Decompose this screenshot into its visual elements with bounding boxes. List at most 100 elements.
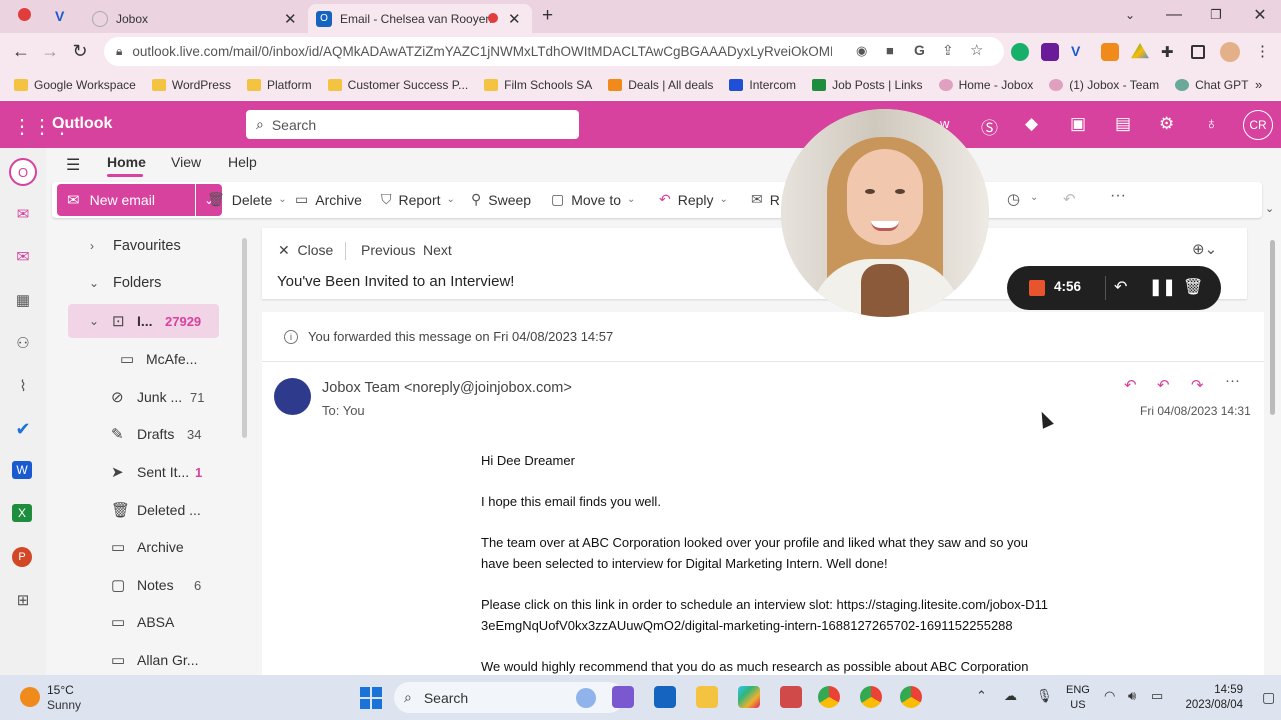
bookmark-jobox-team[interactable]: (1) Jobox - Team (1049, 78, 1159, 92)
eye-icon[interactable]: ◉ (856, 43, 867, 59)
reading-scrollbar[interactable] (1270, 240, 1275, 415)
chevron-down-icon[interactable]: ⌄ (1030, 192, 1038, 203)
settings-gear-icon[interactable]: ⚙ (1159, 114, 1174, 134)
webcam-bubble[interactable] (781, 109, 989, 317)
mcafee-app-icon[interactable] (612, 686, 634, 708)
hubspot-icon[interactable] (1101, 43, 1119, 61)
undo-icon[interactable]: ↶ (1063, 190, 1076, 208)
new-tab-icon[interactable]: + (542, 5, 553, 27)
microphone-icon[interactable]: 🎙︎ (1036, 688, 1053, 704)
powerpoint-icon[interactable]: P (12, 547, 32, 567)
sweep-button[interactable]: ⚲ Sweep (471, 191, 531, 208)
tab-home[interactable]: Home (107, 154, 146, 170)
url-field[interactable]: 🔒︎ outlook.live.com/mail/0/inbox/id/AQMk… (104, 37, 1004, 66)
bookmark-home-jobox[interactable]: Home - Jobox (938, 78, 1033, 92)
more-actions-icon[interactable]: ··· (1225, 372, 1240, 389)
move-to-button[interactable]: ▢ Move to ⌄ (551, 191, 635, 208)
snooze-clock-icon[interactable]: ◷ (1007, 190, 1020, 208)
send-mail-icon[interactable]: ✉ (12, 203, 34, 225)
tab-view[interactable]: View (171, 154, 201, 170)
outlook-brand[interactable]: Outlook (52, 115, 112, 133)
ribbon-collapse-icon[interactable]: ⌄ (1265, 202, 1274, 215)
close-tab-icon[interactable]: ✕ (508, 10, 521, 28)
report-button[interactable]: ⛉ Report ⌄ (381, 191, 455, 208)
folder-scrollbar[interactable] (242, 238, 247, 438)
folder-absa[interactable]: ▭ ABSA (46, 605, 246, 639)
bookmark-customer-success[interactable]: Customer Success P... (327, 78, 468, 92)
stop-recording-button[interactable] (1029, 280, 1045, 296)
bookmark-chat-gpt[interactable]: Chat GPT (1175, 78, 1248, 92)
body-paragraph-link[interactable]: Please click on this link in order to sc… (481, 594, 1051, 636)
word-icon[interactable]: W (12, 461, 32, 479)
sender-avatar[interactable] (274, 378, 311, 415)
minimize-icon[interactable]: — (1154, 0, 1194, 30)
archive-button[interactable]: ▭ Archive (295, 191, 362, 208)
user-avatar[interactable]: CR (1243, 110, 1273, 140)
previous-button[interactable]: Previous (361, 242, 415, 258)
outlook-app-icon[interactable]: O (9, 158, 37, 186)
windows-start-icon[interactable] (360, 687, 382, 709)
file-explorer-icon[interactable] (696, 686, 718, 708)
back-icon[interactable]: ← (10, 41, 32, 62)
bookmark-deals[interactable]: Deals | All deals (608, 78, 713, 92)
extension-icon[interactable] (1041, 43, 1059, 61)
reply-button[interactable]: ↶ Reply ⌄ (659, 191, 728, 208)
my-day-icon[interactable]: ▤ (1115, 114, 1131, 134)
more-apps-icon[interactable]: ⊞ (12, 589, 34, 611)
more-options-icon[interactable]: ··· (1110, 187, 1126, 205)
search-input[interactable]: ⌕ Search (246, 110, 579, 139)
tab-outlook[interactable]: O Email - Chelsea van Rooyen ✕ (308, 4, 532, 33)
sender-name[interactable]: Jobox Team <noreply@joinjobox.com> (322, 380, 572, 396)
restart-icon[interactable]: ↶ (1114, 277, 1127, 297)
read-unread-button[interactable]: ✉ R (751, 191, 780, 208)
outlook-app-icon[interactable] (654, 686, 676, 708)
google-drive-icon[interactable] (1131, 43, 1149, 59)
mail-icon[interactable]: ✉ (12, 246, 34, 268)
grammarly-icon[interactable] (1011, 43, 1029, 61)
notifications-icon[interactable]: ▢ (1262, 689, 1275, 706)
tab-jobox[interactable]: Jobox ✕ (82, 4, 304, 33)
folder-sent[interactable]: ➤ Sent It... 1 (46, 455, 246, 489)
tab-help[interactable]: Help (228, 154, 257, 170)
todo-check-icon[interactable]: ✔ (12, 418, 34, 440)
attachment-icon[interactable]: ⌇ (12, 375, 34, 397)
folder-archive[interactable]: ▭ Archive (46, 530, 246, 564)
close-tab-icon[interactable]: ✕ (284, 10, 297, 28)
volume-icon[interactable]: 🔊︎ (1128, 688, 1136, 704)
profile-avatar[interactable] (1220, 42, 1240, 62)
bookmark-job-posts[interactable]: Job Posts | Links (812, 78, 923, 92)
more-bookmarks-icon[interactable]: » (1255, 77, 1262, 92)
tab-search-icon[interactable]: ⌄ (1110, 0, 1150, 30)
bookmark-film-schools[interactable]: Film Schools SA (484, 78, 592, 92)
chrome-icon[interactable] (818, 686, 840, 708)
delete-button[interactable]: 🗑︎ Delete ⌄ (207, 191, 287, 208)
jobox-logo-icon[interactable]: V (55, 8, 64, 24)
share-icon[interactable]: ⇪ (942, 42, 954, 59)
close-button[interactable]: ✕ Close (278, 242, 333, 259)
folder-junk[interactable]: ⊘ Junk ... 71 (46, 380, 246, 414)
pause-icon[interactable]: ❚❚ (1149, 277, 1176, 297)
battery-icon[interactable]: ▭ (1151, 688, 1163, 704)
system-clock[interactable]: 14:59 2023/08/04 (1183, 683, 1243, 713)
folder-allan[interactable]: ▭ Allan Gr... (46, 643, 246, 677)
show-hidden-icons[interactable]: ⌃ (976, 688, 987, 704)
forward-icon[interactable]: → (39, 41, 61, 62)
browser-menu-icon[interactable]: ⋮ (1255, 42, 1270, 60)
folder-deleted[interactable]: 🗑︎ Deleted ... (46, 493, 246, 527)
folder-notes[interactable]: ▢ Notes 6 (46, 568, 246, 602)
weather-description[interactable]: Sunny (47, 698, 81, 712)
record-icon[interactable] (18, 8, 31, 21)
reply-icon[interactable]: ↶ (1124, 376, 1137, 394)
bookmark-star-icon[interactable]: ☆ (970, 41, 983, 59)
people-icon[interactable]: ⚇ (12, 332, 34, 354)
excel-icon[interactable]: X (12, 504, 32, 522)
jobox-extension-icon[interactable]: V (1071, 43, 1089, 61)
forward-icon[interactable]: ↷ (1191, 376, 1204, 394)
cloud-icon[interactable]: ☁ (1004, 688, 1017, 704)
wifi-icon[interactable]: ◠ (1104, 688, 1115, 704)
side-panel-icon[interactable] (1191, 45, 1205, 59)
bookmark-wordpress[interactable]: WordPress (151, 78, 231, 92)
taskbar-search[interactable]: ⌕ Search (394, 682, 624, 713)
chrome-profile-icon[interactable] (860, 686, 882, 708)
folders-toggle[interactable]: ⌄ Folders (46, 266, 246, 300)
